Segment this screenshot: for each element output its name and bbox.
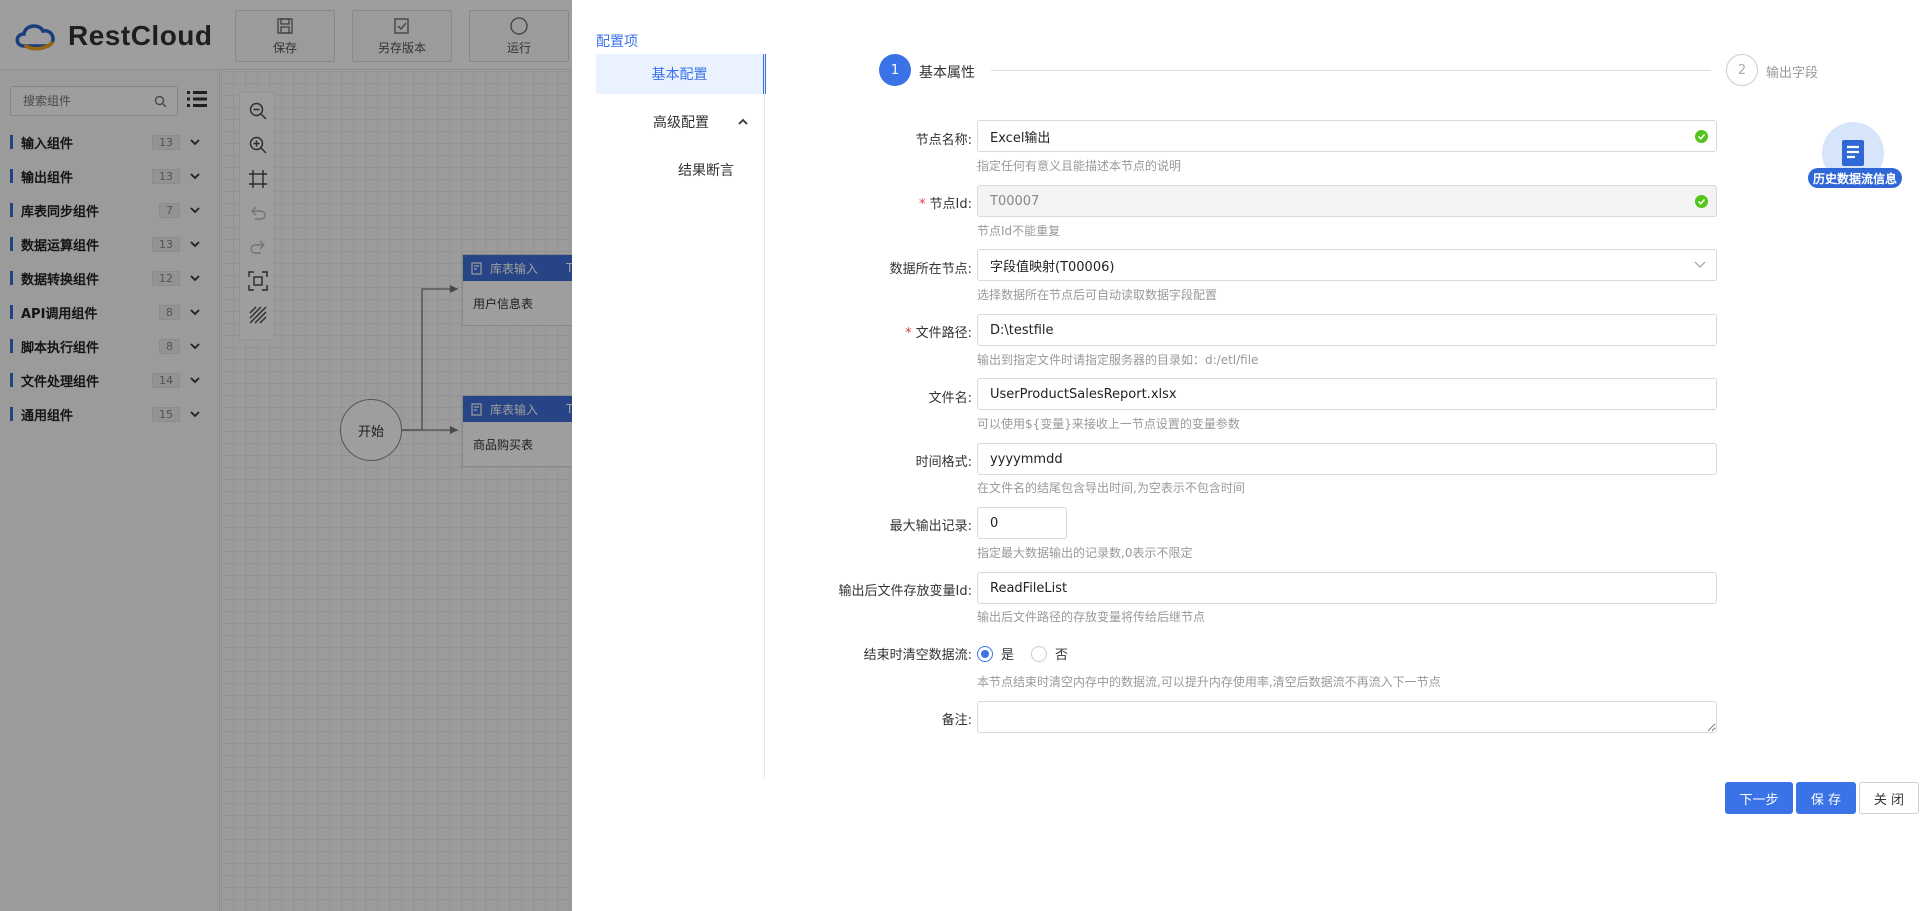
file-name-label: 文件名: — [928, 391, 972, 406]
nav-result-assert[interactable]: 结果断言 — [596, 150, 766, 190]
chevron-down-icon — [1694, 261, 1706, 268]
source-node-help: 选择数据所在节点后可自动读取数据字段配置 — [977, 288, 1218, 302]
radio-selected — [977, 645, 993, 662]
next-step-button[interactable]: 下一步 — [1725, 782, 1793, 814]
nav-basic-config[interactable]: 基本配置 — [596, 54, 766, 94]
clear-stream-yes[interactable]: 是 — [977, 644, 1014, 663]
clear-stream-label: 结束时清空数据流: — [863, 648, 972, 663]
node-id-label: * 节点Id: — [620, 193, 972, 212]
required-asterisk: * — [905, 326, 912, 341]
node-id-help: 节点Id不能重复 — [977, 224, 1061, 238]
step-indicator: 1 基本属性 2 输出字段 — [879, 54, 1819, 86]
chevron-up-icon — [738, 118, 748, 125]
node-name-input[interactable]: Excel输出 — [977, 120, 1717, 152]
clear-stream-help: 本节点结束时清空内存中的数据流,可以提升内存使用率,清空后数据流不再流入下一节点 — [977, 675, 1441, 689]
source-node-label: 数据所在节点: — [889, 262, 972, 277]
max-records-label: 最大输出记录: — [889, 519, 972, 534]
modal-mask[interactable] — [0, 0, 572, 911]
remark-textarea[interactable] — [977, 701, 1717, 733]
file-path-label: * 文件路径: — [620, 322, 972, 341]
history-dataflow-label: 历史数据流信息 — [1808, 168, 1902, 188]
config-title: 配置项 — [596, 34, 638, 50]
step-1-circle[interactable]: 1 — [879, 54, 911, 86]
file-name-help: 可以使用${变量}来接收上一节点设置的变量参数 — [977, 417, 1240, 431]
close-button[interactable]: 关 闭 — [1859, 782, 1919, 814]
step-2-circle[interactable]: 2 — [1726, 54, 1758, 86]
required-asterisk: * — [919, 197, 926, 212]
check-circle-icon — [1695, 130, 1708, 143]
radio-unselected — [1031, 645, 1047, 662]
file-path-help: 输出到指定文件时请指定服务器的目录如：d:/etl/file — [977, 353, 1259, 367]
output-var-input[interactable]: ReadFileList — [977, 572, 1717, 604]
max-records-input[interactable]: 0 — [977, 507, 1067, 539]
clear-stream-no-label: 否 — [1055, 648, 1069, 663]
time-format-label: 时间格式: — [915, 455, 972, 470]
file-path-input[interactable]: D:\testfile — [977, 314, 1717, 346]
file-name-input[interactable]: UserProductSalesReport.xlsx — [977, 378, 1717, 410]
document-list-icon — [1842, 140, 1864, 166]
file-name-value: UserProductSalesReport.xlsx — [990, 386, 1177, 402]
time-format-help: 在文件名的结尾包含导出时间,为空表示不包含时间 — [977, 481, 1245, 495]
remark-label: 备注: — [941, 713, 972, 728]
node-id-input[interactable]: T00007 — [977, 185, 1717, 217]
output-var-value: ReadFileList — [990, 580, 1068, 596]
node-name-help: 指定任何有意义且能描述本节点的说明 — [977, 159, 1182, 173]
max-records-value: 0 — [990, 515, 999, 531]
history-dataflow-widget[interactable]: 历史数据流信息 — [1808, 122, 1902, 192]
save-button[interactable]: 保 存 — [1796, 782, 1856, 814]
time-format-value: yyyymmdd — [990, 451, 1063, 467]
clear-stream-no[interactable]: 否 — [1031, 644, 1068, 663]
step-2-label: 输出字段 — [1766, 66, 1819, 81]
node-id-value: T00007 — [990, 193, 1040, 209]
output-var-help: 输出后文件路径的存放变量将传给后继节点 — [977, 610, 1206, 624]
node-name-value: Excel输出 — [990, 130, 1051, 146]
file-path-value: D:\testfile — [990, 322, 1054, 338]
step-1-label: 基本属性 — [919, 65, 975, 81]
max-records-help: 指定最大数据输出的记录数,0表示不限定 — [977, 546, 1193, 560]
source-node-value: 字段值映射(T00006) — [990, 259, 1115, 275]
check-circle-icon — [1695, 195, 1708, 208]
node-name-label: 节点名称: — [915, 133, 972, 148]
nav-divider — [764, 54, 765, 779]
time-format-input[interactable]: yyyymmdd — [977, 443, 1717, 475]
node-config-drawer: 配置项 基本配置 高级配置 结果断言 1 基本属性 2 输出字段 节点名称: E… — [572, 0, 1920, 911]
node-id-label-text: 节点Id: — [929, 197, 972, 212]
file-path-label-text: 文件路径: — [915, 326, 972, 341]
clear-stream-yes-label: 是 — [1001, 648, 1015, 663]
step-connector — [991, 70, 1711, 71]
output-var-label: 输出后文件存放变量Id: — [838, 584, 972, 599]
source-node-select[interactable]: 字段值映射(T00006) — [977, 249, 1717, 281]
